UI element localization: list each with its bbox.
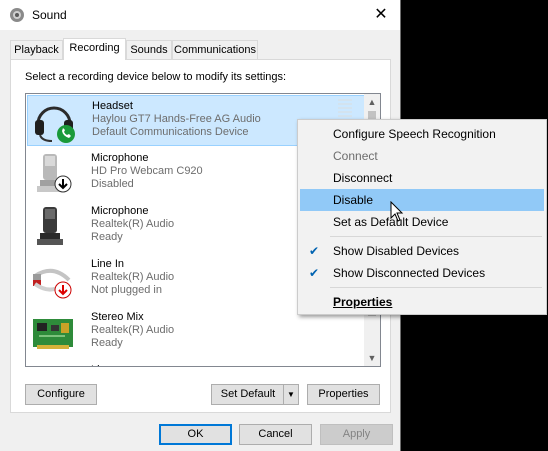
checkmark-icon: ✔ xyxy=(308,244,320,258)
scroll-down-arrow-icon[interactable]: ▼ xyxy=(364,350,380,366)
instructions-text: Select a recording device below to modif… xyxy=(25,71,287,83)
device-description: HD Pro Webcam C920 xyxy=(91,165,203,177)
device-status: Ready xyxy=(91,231,123,243)
menu-item-show-disconnected[interactable]: ✔ Show Disconnected Devices xyxy=(300,262,544,284)
device-name: Headset xyxy=(92,100,133,112)
close-button[interactable]: ✕ xyxy=(370,6,392,24)
device-name: Microphone xyxy=(91,205,149,217)
menu-separator xyxy=(330,287,542,288)
phone-badge-icon xyxy=(57,125,75,143)
menu-item-disconnect[interactable]: Disconnect xyxy=(300,167,544,189)
context-menu: Configure Speech Recognition Connect Dis… xyxy=(297,119,547,315)
menu-item-properties[interactable]: Properties xyxy=(300,291,544,313)
menu-separator xyxy=(330,236,542,237)
menu-item-show-disabled[interactable]: ✔ Show Disabled Devices xyxy=(300,240,544,262)
device-description: Haylou GT7 Hands-Free AG Audio xyxy=(92,113,261,125)
device-name: Stereo Mix xyxy=(91,311,144,323)
device-description: Realtek(R) Audio xyxy=(91,324,175,336)
device-name: Microphone xyxy=(91,152,149,164)
properties-button[interactable]: Properties xyxy=(307,384,380,405)
checkmark-icon: ✔ xyxy=(308,266,320,280)
device-status: Not plugged in xyxy=(91,284,162,296)
menu-item-label: Properties xyxy=(333,295,393,309)
speaker-app-icon xyxy=(10,8,24,22)
set-default-label: Set Default xyxy=(220,388,276,400)
device-description: Realtek(R) Audio xyxy=(91,218,175,230)
circuit-board-icon xyxy=(33,319,73,349)
device-description: Realtek(R) Audio xyxy=(91,271,175,283)
menu-item-label: Show Disabled Devices xyxy=(333,244,460,258)
title-bar: Sound ✕ xyxy=(0,0,400,30)
menu-item-label: Configure Speech Recognition xyxy=(333,127,496,141)
microphone-icon xyxy=(37,207,63,245)
window-title: Sound xyxy=(32,8,67,22)
device-name: Li xyxy=(91,364,100,366)
tab-playback[interactable]: Playback xyxy=(10,40,63,59)
tab-sounds[interactable]: Sounds xyxy=(126,40,172,59)
menu-item-label: Show Disconnected Devices xyxy=(333,266,486,280)
device-status: Disabled xyxy=(91,178,134,190)
apply-button[interactable]: Apply xyxy=(320,424,393,445)
device-name: Line In xyxy=(91,258,125,270)
menu-item-label: Disable xyxy=(333,193,374,207)
menu-item-connect[interactable]: Connect xyxy=(300,145,544,167)
chevron-down-icon[interactable]: ▼ xyxy=(283,385,298,404)
mouse-cursor-icon xyxy=(390,201,404,222)
headset-icon xyxy=(35,106,75,143)
tab-recording[interactable]: Recording xyxy=(63,38,126,60)
list-item[interactable]: Li xyxy=(27,360,367,366)
menu-item-label: Disconnect xyxy=(333,171,393,185)
ok-button[interactable]: OK xyxy=(159,424,232,445)
cancel-button[interactable]: Cancel xyxy=(239,424,312,445)
menu-item-disable[interactable]: Disable xyxy=(300,189,544,211)
scroll-up-arrow-icon[interactable]: ▲ xyxy=(364,94,380,110)
line-in-icon xyxy=(33,268,72,299)
configure-button[interactable]: Configure xyxy=(25,384,97,405)
tab-communications[interactable]: Communications xyxy=(172,40,258,59)
microphone-icon xyxy=(37,154,72,193)
menu-item-label: Connect xyxy=(333,149,378,163)
device-status: Ready xyxy=(91,337,123,349)
device-status: Default Communications Device xyxy=(92,126,249,138)
set-default-button[interactable]: Set Default ▼ xyxy=(211,384,299,405)
menu-item-set-default[interactable]: Set as Default Device xyxy=(300,211,544,233)
menu-item-configure-speech[interactable]: Configure Speech Recognition xyxy=(300,123,544,145)
